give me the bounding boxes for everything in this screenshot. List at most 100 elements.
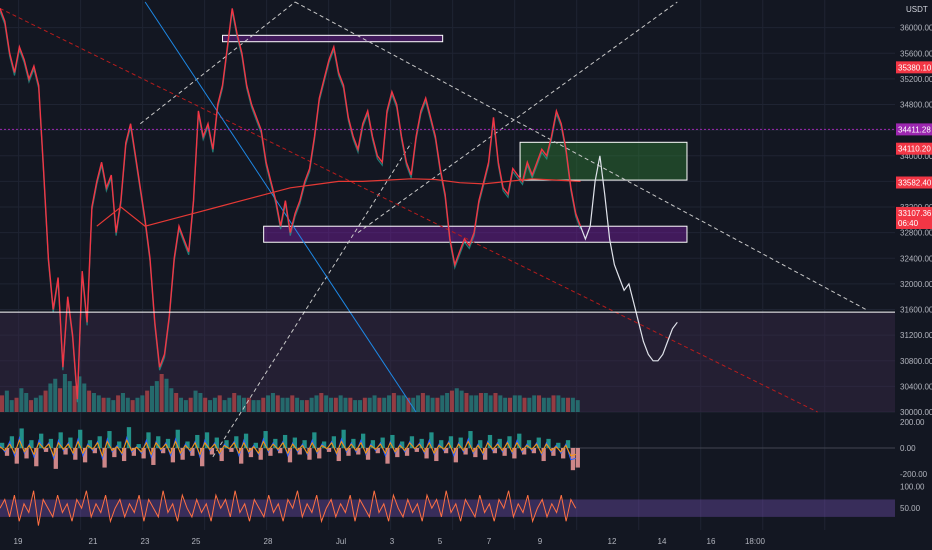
volume-bar xyxy=(203,397,208,412)
volume-bar xyxy=(0,395,5,412)
volume-bar xyxy=(314,395,319,412)
volume-bar xyxy=(135,397,140,412)
volume-bar xyxy=(541,397,546,412)
volume-bar xyxy=(362,397,367,412)
time-tick-label: 12 xyxy=(608,537,617,546)
volume-bar xyxy=(459,390,464,412)
volume-bar xyxy=(179,397,184,412)
volume-bar xyxy=(4,390,9,412)
osc-tick-label: 0.00 xyxy=(900,444,916,453)
price-tick-label: 32800.00 xyxy=(900,229,932,238)
volume-bar xyxy=(198,393,203,412)
osc-bar xyxy=(336,448,341,462)
price-tick-label: 31600.00 xyxy=(900,306,932,315)
volume-bar xyxy=(24,393,29,412)
volume-bar xyxy=(275,395,280,412)
volume-bar xyxy=(285,397,290,412)
price-tag-label: 34411.28 xyxy=(898,125,931,134)
volume-bar xyxy=(358,400,363,412)
volume-bar xyxy=(270,393,275,412)
volume-bar xyxy=(561,397,566,412)
price-tag-label: 06:40 xyxy=(898,219,919,228)
volume-bar xyxy=(14,397,19,412)
volume-bar xyxy=(241,397,246,412)
price-tick-label: 32000.00 xyxy=(900,280,932,289)
volume-bar xyxy=(512,395,517,412)
time-tick-label: 25 xyxy=(192,537,201,546)
volume-bar xyxy=(498,395,503,412)
osc-bar xyxy=(214,437,219,448)
volume-bar xyxy=(9,400,14,412)
rsi-tick-label: 100.00 xyxy=(900,482,925,491)
volume-bar xyxy=(507,397,513,412)
volume-bar xyxy=(387,395,392,412)
volume-bar xyxy=(38,395,43,412)
volume-bar xyxy=(222,400,227,412)
volume-bar xyxy=(227,397,232,412)
osc-bar xyxy=(141,448,146,459)
rsi-tick-label: 50.00 xyxy=(900,504,921,513)
volume-bar xyxy=(183,400,188,412)
volume-bar xyxy=(96,395,101,412)
volume-bar xyxy=(120,393,125,412)
volume-bar xyxy=(290,395,295,412)
volume-bar xyxy=(566,397,571,412)
volume-bar xyxy=(266,395,271,412)
volume-bar xyxy=(324,395,329,412)
volume-bar xyxy=(53,378,58,412)
volume-bar xyxy=(309,397,314,412)
volume-bar xyxy=(440,395,445,412)
volume-bar xyxy=(193,390,198,412)
volume-bar xyxy=(328,397,334,412)
volume-bar xyxy=(420,393,425,412)
volume-bar xyxy=(261,397,266,412)
volume-bar xyxy=(29,400,34,412)
volume-bar xyxy=(401,395,406,412)
rsi-band xyxy=(0,499,895,517)
volume-bar xyxy=(280,397,285,412)
volume-bar xyxy=(353,400,358,412)
volume-bar xyxy=(251,400,256,412)
osc-bar xyxy=(380,437,385,448)
volume-bar xyxy=(295,397,300,412)
volume-bar xyxy=(111,400,116,412)
volume-bar xyxy=(159,374,164,412)
time-tick-label: 18:00 xyxy=(745,537,766,546)
osc-bar xyxy=(195,434,200,448)
volume-bar xyxy=(551,395,556,412)
volume-bar xyxy=(116,395,121,412)
volume-bar xyxy=(570,397,575,412)
osc-tick-label: -200.00 xyxy=(900,470,928,479)
chart-canvas[interactable]: 36000.0035600.0035200.0034800.0034400.00… xyxy=(0,0,932,550)
volume-bar xyxy=(58,388,63,412)
volume-bar xyxy=(299,400,304,412)
osc-bar xyxy=(121,448,127,462)
volume-bar xyxy=(154,381,159,412)
volume-bar xyxy=(237,395,242,412)
price-tick-label: 30800.00 xyxy=(900,357,932,366)
price-tick-label: 32400.00 xyxy=(900,254,932,263)
volume-bar xyxy=(106,397,111,412)
volume-bar xyxy=(164,378,169,412)
time-tick-label: 16 xyxy=(707,537,716,546)
volume-bar xyxy=(367,397,372,412)
volume-bar xyxy=(19,388,24,412)
volume-bar xyxy=(474,395,479,412)
price-tag-label: 34110.20 xyxy=(898,145,931,154)
volume-bar xyxy=(556,395,561,412)
volume-bar xyxy=(319,393,324,412)
volume-bar xyxy=(377,397,382,412)
price-zone-0[interactable] xyxy=(222,34,444,43)
time-tick-label: 14 xyxy=(658,537,667,546)
price-tick-label: 35600.00 xyxy=(900,49,932,58)
time-tick-label: Jul xyxy=(336,537,346,546)
price-tick-label: 36000.00 xyxy=(900,24,932,33)
volume-bar xyxy=(67,381,72,412)
volume-bar xyxy=(391,393,396,412)
volume-bar xyxy=(416,395,421,412)
price-zone-2[interactable] xyxy=(519,141,688,181)
time-tick-label: 5 xyxy=(438,537,443,546)
volume-bar xyxy=(333,397,338,412)
volume-bar xyxy=(140,395,145,412)
time-tick-label: 9 xyxy=(538,537,543,546)
